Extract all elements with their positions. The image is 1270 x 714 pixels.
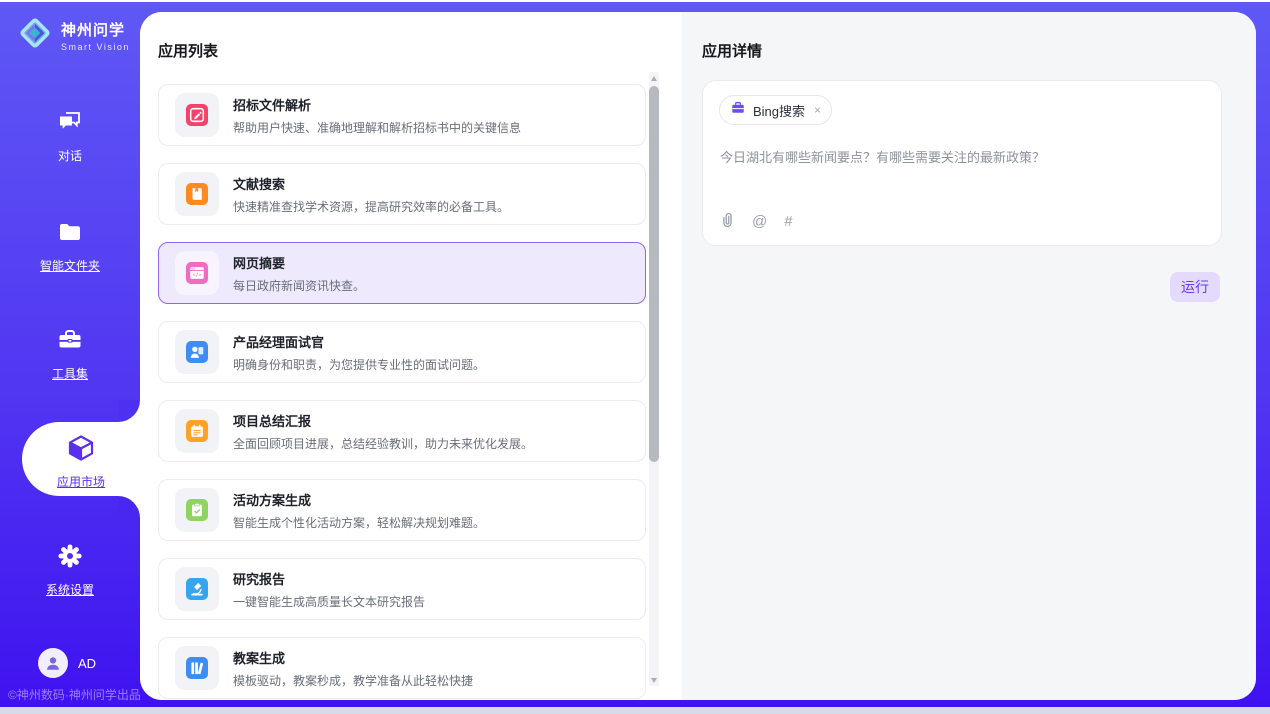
copyright-footer: ©神州数码·神州问学出品: [8, 686, 141, 703]
app-desc: 模板驱动，教案秒成，教学准备从此轻松快捷: [233, 672, 473, 689]
book-icon: [186, 183, 208, 205]
edit-icon: [186, 104, 208, 126]
app-card-research-report[interactable]: 研究报告 一键智能生成高质量长文本研究报告: [158, 558, 646, 620]
sidebar-item-settings[interactable]: 系统设置: [0, 542, 140, 598]
content-shell: 应用列表 招标文件解析 帮助用户快速、准确地理解和解析招标书中的关键信息: [140, 12, 1256, 700]
sidebar-item-label: 工具集: [0, 365, 140, 382]
app-desc: 一键智能生成高质量长文本研究报告: [233, 593, 425, 610]
app-card-web-summary[interactable]: </> 网页摘要 每日政府新闻资讯快查。: [158, 242, 646, 304]
hashtag-icon[interactable]: #: [784, 213, 792, 230]
scrollbar-thumb[interactable]: [649, 86, 659, 462]
app-desc: 明确身份和职责，为您提供专业性的面试问题。: [233, 356, 485, 373]
app-name: 网页摘要: [233, 253, 365, 272]
app-icon-tile: [175, 409, 219, 453]
sidebar-item-app-market[interactable]: 应用市场: [22, 422, 140, 496]
app-desc: 智能生成个性化活动方案，轻松解决规划难题。: [233, 514, 485, 531]
app-name: 项目总结汇报: [233, 411, 533, 430]
app-detail-title: 应用详情: [702, 40, 762, 61]
microscope-icon: [186, 578, 208, 600]
folder-icon: [56, 233, 84, 250]
app-icon-tile: </>: [175, 251, 219, 295]
mention-icon[interactable]: @: [752, 213, 767, 230]
prompt-card: Bing搜索 × 今日湖北有哪些新闻要点？有哪些需要关注的最新政策？ @ #: [702, 80, 1222, 246]
books-icon: [186, 657, 208, 679]
interviewer-icon: [186, 341, 208, 363]
app-cards: 招标文件解析 帮助用户快速、准确地理解和解析招标书中的关键信息 文献搜索 快速精…: [158, 84, 646, 700]
app-icon-tile: [175, 172, 219, 216]
user-initials: AD: [78, 656, 96, 671]
avatar: [38, 648, 68, 678]
calendar-report-icon: [186, 420, 208, 442]
toolbox-icon: [56, 341, 84, 358]
app-icon-tile: [175, 330, 219, 374]
attachment-icon[interactable]: [719, 210, 735, 233]
app-card-project-summary[interactable]: 项目总结汇报 全面回顾项目进展，总结经验教训，助力未来优化发展。: [158, 400, 646, 462]
brand-name: 神州问学: [61, 22, 125, 39]
active-notch-top: [118, 400, 140, 422]
app-card-pm-interviewer[interactable]: 产品经理面试官 明确身份和职责，为您提供专业性的面试问题。: [158, 321, 646, 383]
app-icon-tile: [175, 488, 219, 532]
gear-icon: [56, 557, 84, 574]
prompt-input[interactable]: 今日湖北有哪些新闻要点？有哪些需要关注的最新政策？: [720, 149, 1200, 167]
sidebar-item-label: 智能文件夹: [0, 257, 140, 274]
diamond-logo-icon: [16, 14, 54, 57]
app-name: 教案生成: [233, 648, 473, 667]
brand-logo: 神州问学 Smart Vision: [16, 14, 130, 57]
list-scrollbar[interactable]: [649, 72, 659, 686]
sidebar: 神州问学 Smart Vision 对话 智能文件夹: [0, 2, 140, 708]
browser-code-icon: </>: [186, 262, 208, 284]
app-name: 文献搜索: [233, 174, 509, 193]
app-desc: 帮助用户快速、准确地理解和解析招标书中的关键信息: [233, 119, 521, 136]
app-card-event-plan[interactable]: 活动方案生成 智能生成个性化活动方案，轻松解决规划难题。: [158, 479, 646, 541]
sidebar-item-label: 应用市场: [22, 473, 140, 490]
app-card-lesson-plan[interactable]: 教案生成 模板驱动，教案秒成，教学准备从此轻松快捷: [158, 637, 646, 699]
app-desc: 每日政府新闻资讯快查。: [233, 277, 365, 294]
app-name: 招标文件解析: [233, 95, 521, 114]
clipboard-check-icon: [186, 499, 208, 521]
input-toolbar: @ #: [719, 210, 793, 233]
run-button[interactable]: 运行: [1170, 272, 1220, 302]
app-name: 活动方案生成: [233, 490, 485, 509]
app-detail-panel: 应用详情 Bing搜索 × 今日湖北有哪些新闻要点？有哪些需要关注的最新政策？: [682, 12, 1256, 700]
svg-text:</>: </>: [192, 273, 201, 279]
user-account[interactable]: AD: [38, 648, 96, 678]
app-card-literature-search[interactable]: 文献搜索 快速精准查找学术资源，提高研究效率的必备工具。: [158, 163, 646, 225]
app-name: 产品经理面试官: [233, 332, 485, 351]
scroll-up-icon[interactable]: [649, 72, 659, 84]
sidebar-item-toolset[interactable]: 工具集: [0, 326, 140, 382]
close-icon[interactable]: ×: [814, 103, 821, 117]
app-icon-tile: [175, 567, 219, 611]
app-list-title: 应用列表: [158, 40, 218, 61]
sidebar-item-label: 对话: [0, 147, 140, 164]
sidebar-item-smart-folder[interactable]: 智能文件夹: [0, 218, 140, 274]
briefcase-icon: [730, 100, 746, 121]
scroll-down-icon[interactable]: [649, 674, 659, 686]
brand-subtitle: Smart Vision: [61, 42, 130, 52]
sidebar-item-label: 系统设置: [0, 581, 140, 598]
bottom-edge: [0, 707, 1270, 714]
app-desc: 快速精准查找学术资源，提高研究效率的必备工具。: [233, 198, 509, 215]
app-desc: 全面回顾项目进展，总结经验教训，助力未来优化发展。: [233, 435, 533, 452]
cube-icon: [66, 450, 96, 467]
app-list-panel: 应用列表 招标文件解析 帮助用户快速、准确地理解和解析招标书中的关键信息: [140, 12, 682, 700]
chat-icon: [56, 123, 84, 140]
app-name: 研究报告: [233, 569, 425, 588]
app-card-bid-document-parse[interactable]: 招标文件解析 帮助用户快速、准确地理解和解析招标书中的关键信息: [158, 84, 646, 146]
app-icon-tile: [175, 93, 219, 137]
tool-tag-label: Bing搜索: [753, 101, 805, 120]
sidebar-item-chat[interactable]: 对话: [0, 108, 140, 164]
tool-tag-bing-search[interactable]: Bing搜索 ×: [719, 95, 832, 125]
app-icon-tile: [175, 646, 219, 690]
active-notch-bottom: [118, 496, 140, 518]
